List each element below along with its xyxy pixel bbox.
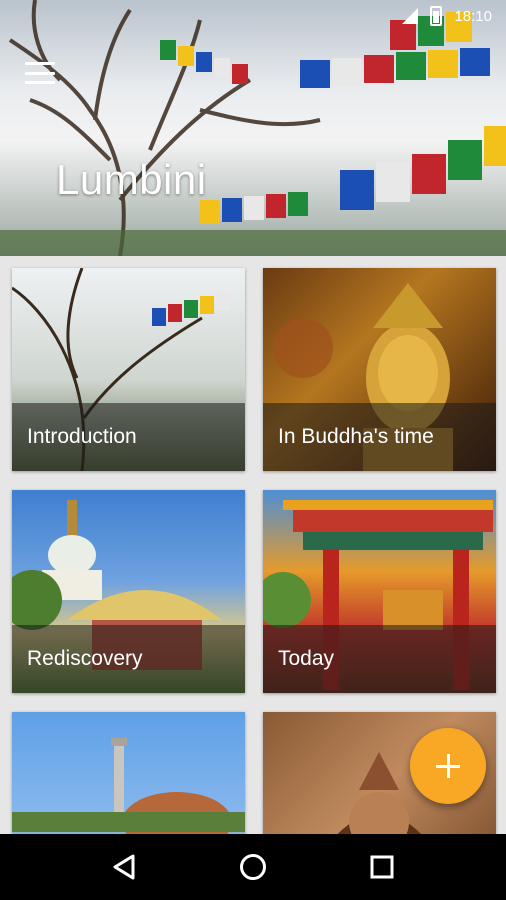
system-nav-bar	[0, 834, 506, 900]
signal-icon	[402, 8, 419, 24]
back-triangle-icon[interactable]	[104, 847, 144, 887]
page-title: Lumbini	[56, 156, 207, 203]
pillar-thumbnail	[12, 738, 245, 834]
prayer-flags-image	[0, 0, 506, 256]
card-in-buddhas-time[interactable]: In Buddha's time	[263, 268, 496, 471]
card-label: Introduction	[27, 425, 137, 448]
card-label: Today	[278, 647, 335, 670]
card-label-overlay: In Buddha's time	[263, 403, 496, 471]
card-label-overlay: Rediscovery	[12, 625, 245, 693]
card-label: Rediscovery	[27, 647, 143, 670]
status-bar: 18:10	[0, 0, 506, 32]
card-label-overlay: Introduction	[12, 403, 245, 471]
plus-icon	[436, 754, 460, 778]
card-ashoka-pillar[interactable]	[12, 712, 245, 834]
status-time: 18:10	[454, 7, 492, 25]
card-label-overlay: Today	[263, 625, 496, 693]
flag-row-1	[300, 48, 490, 88]
add-fab-button[interactable]	[410, 728, 486, 804]
card-label: In Buddha's time	[278, 425, 434, 448]
recents-square-icon[interactable]	[362, 847, 402, 887]
card-rediscovery[interactable]: Rediscovery	[12, 490, 245, 693]
card-today[interactable]: Today	[263, 490, 496, 693]
hamburger-menu-icon[interactable]	[25, 62, 55, 84]
battery-icon	[430, 6, 443, 26]
header-banner: 18:10 Lumbini	[0, 0, 506, 256]
card-introduction[interactable]: Introduction	[12, 268, 245, 471]
home-circle-icon[interactable]	[233, 847, 273, 887]
